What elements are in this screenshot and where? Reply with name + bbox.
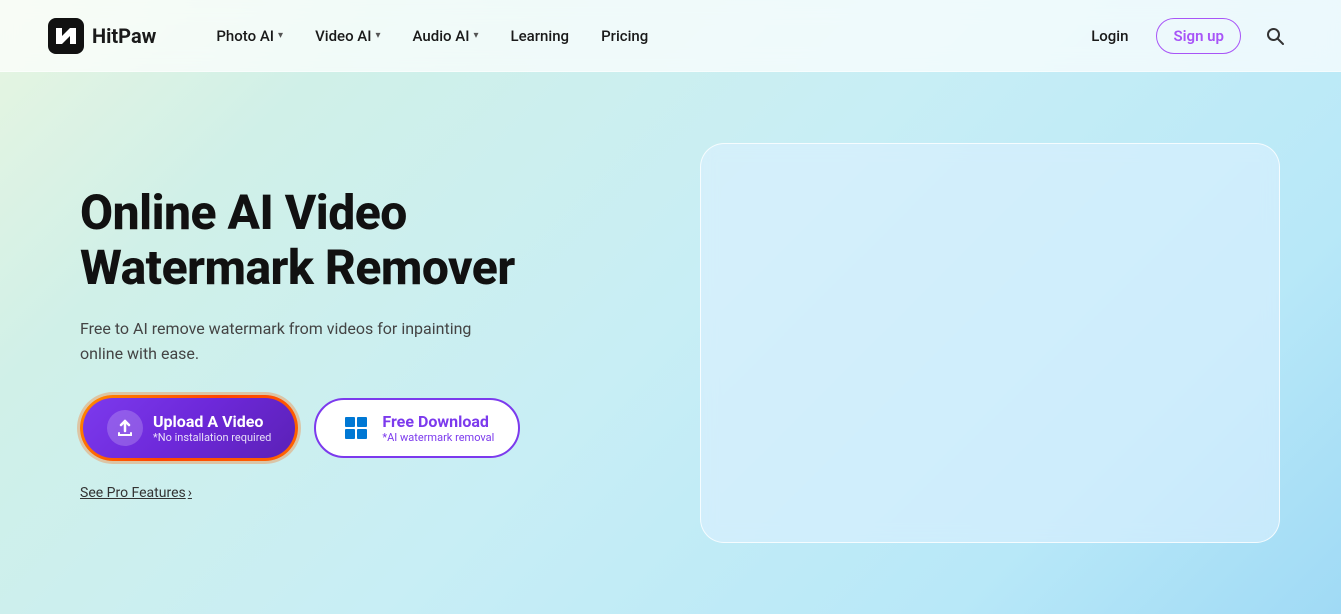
nav-item-learning[interactable]: Learning xyxy=(499,19,582,53)
search-icon xyxy=(1265,26,1285,46)
logo[interactable]: HitPaw xyxy=(48,18,156,54)
chevron-down-icon: ▾ xyxy=(473,30,478,41)
main-content: Online AI Video Watermark Remover Free t… xyxy=(0,72,1341,614)
nav-right: Login Sign up xyxy=(1079,18,1293,54)
nav-item-audio-ai[interactable]: Audio AI ▾ xyxy=(401,19,491,53)
free-download-button[interactable]: Free Download *AI watermark removal xyxy=(314,398,520,458)
upload-icon xyxy=(107,410,143,446)
nav-item-photo-ai[interactable]: Photo AI ▾ xyxy=(204,19,295,53)
cta-buttons: Upload A Video *No installation required xyxy=(80,395,640,461)
hero-subtitle: Free to AI remove watermark from videos … xyxy=(80,316,500,367)
hero-title: Online AI Video Watermark Remover xyxy=(80,185,640,295)
right-content xyxy=(700,143,1280,543)
logo-text: HitPaw xyxy=(92,24,156,48)
hitpaw-logo-icon xyxy=(48,18,84,54)
nav-items: Photo AI ▾ Video AI ▾ Audio AI ▾ Learnin… xyxy=(204,19,1079,53)
login-button[interactable]: Login xyxy=(1079,19,1140,53)
upload-video-button[interactable]: Upload A Video *No installation required xyxy=(83,398,295,458)
chevron-right-icon: › xyxy=(188,485,192,501)
nav-item-pricing[interactable]: Pricing xyxy=(589,19,660,53)
see-pro-features-link[interactable]: See Pro Features › xyxy=(80,485,640,501)
upload-button-wrapper: Upload A Video *No installation required xyxy=(80,395,298,461)
signup-button[interactable]: Sign up xyxy=(1156,18,1241,54)
chevron-down-icon: ▾ xyxy=(376,30,381,41)
nav-item-video-ai[interactable]: Video AI ▾ xyxy=(303,19,392,53)
video-preview-box xyxy=(700,143,1280,543)
left-content: Online AI Video Watermark Remover Free t… xyxy=(80,185,640,501)
windows-icon xyxy=(340,412,372,444)
search-button[interactable] xyxy=(1257,18,1293,54)
chevron-down-icon: ▾ xyxy=(278,30,283,41)
navbar: HitPaw Photo AI ▾ Video AI ▾ Audio AI ▾ … xyxy=(0,0,1341,72)
download-btn-text: Free Download *AI watermark removal xyxy=(382,412,494,444)
upload-btn-text: Upload A Video *No installation required xyxy=(153,412,271,444)
